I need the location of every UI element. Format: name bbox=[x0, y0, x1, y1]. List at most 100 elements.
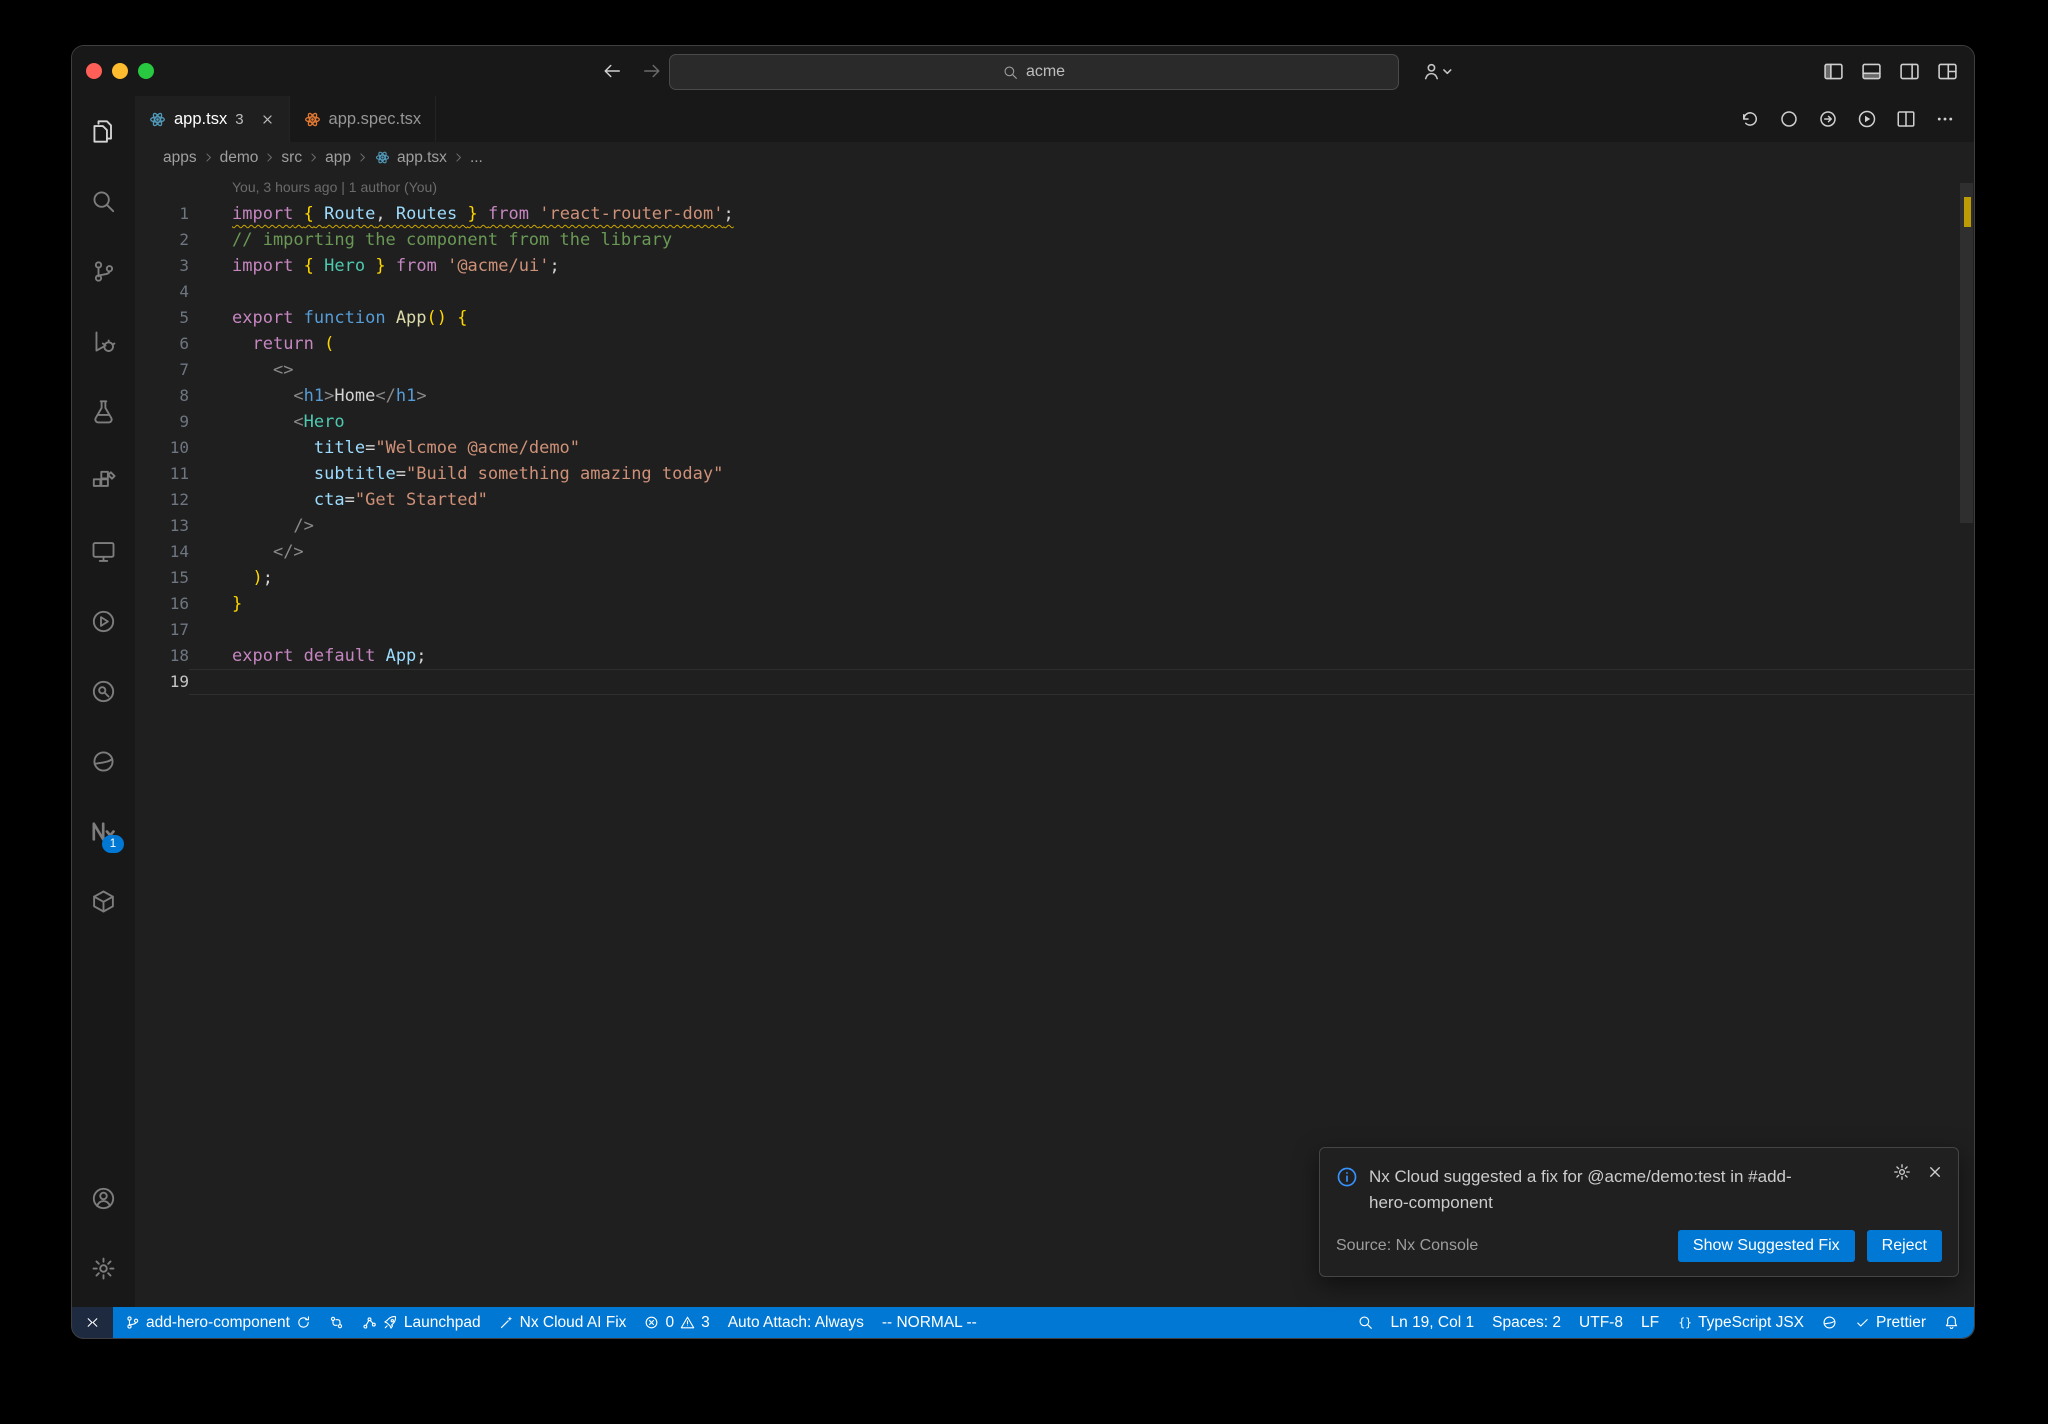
breadcrumb-item-apps[interactable]: apps bbox=[161, 149, 199, 167]
activity-item-nx-console[interactable]: 1 bbox=[72, 796, 135, 866]
activity-item-edge-tools[interactable] bbox=[72, 726, 135, 796]
code-line-1[interactable]: 1 import { Route, Routes } from 'react-ro… bbox=[135, 201, 1974, 227]
check-icon bbox=[1855, 1315, 1870, 1330]
tab-close-icon[interactable] bbox=[260, 112, 275, 127]
status-label: add-hero-component bbox=[146, 1313, 290, 1331]
code-line-15[interactable]: 15 ); bbox=[135, 565, 1974, 591]
activity-item-source-control[interactable] bbox=[72, 236, 135, 306]
status-item-encoding[interactable]: UTF-8 bbox=[1570, 1307, 1632, 1338]
activity-item-run-view[interactable] bbox=[72, 586, 135, 656]
breadcrumb-item-demo[interactable]: demo bbox=[218, 149, 261, 167]
codelens-blame[interactable]: You, 3 hours ago | 1 author (You) bbox=[232, 173, 1974, 201]
toggle-primary-sidebar-icon[interactable] bbox=[1823, 61, 1844, 82]
show-suggested-fix-button[interactable]: Show Suggested Fix bbox=[1677, 1230, 1855, 1262]
customize-layout-icon[interactable] bbox=[1937, 61, 1958, 82]
line-content: import { Hero } from '@acme/ui'; bbox=[232, 256, 560, 276]
activity-item-extensions[interactable] bbox=[72, 446, 135, 516]
activity-item-containers[interactable] bbox=[72, 866, 135, 936]
wand-icon bbox=[499, 1315, 514, 1330]
tab-app.tsx[interactable]: app.tsx 3 bbox=[135, 96, 290, 142]
remote-icon bbox=[85, 1315, 100, 1330]
status-item-problems[interactable]: 03 bbox=[635, 1307, 718, 1338]
line-content: title="Welcmoe @acme/demo" bbox=[313, 438, 581, 458]
code-line-10[interactable]: 10 title="Welcmoe @acme/demo" bbox=[135, 435, 1974, 461]
sync-icon bbox=[296, 1315, 311, 1330]
status-item-indentation[interactable]: Spaces: 2 bbox=[1483, 1307, 1570, 1338]
status-item-language-mode[interactable]: {} TypeScript JSX bbox=[1668, 1307, 1813, 1338]
status-item-auto-attach[interactable]: Auto Attach: Always bbox=[719, 1307, 873, 1338]
status-item-notifications[interactable] bbox=[1935, 1307, 1968, 1338]
status-item-cursor-position[interactable]: Ln 19, Col 1 bbox=[1382, 1307, 1484, 1338]
circle-outline-icon[interactable] bbox=[1779, 109, 1799, 129]
notification-settings-icon[interactable] bbox=[1893, 1163, 1911, 1181]
activity-item-accounts[interactable] bbox=[72, 1163, 135, 1233]
breadcrumb-symbol-ellipsis[interactable]: ... bbox=[468, 149, 485, 167]
code-line-6[interactable]: 6 return ( bbox=[135, 331, 1974, 357]
split-editor-icon[interactable] bbox=[1896, 109, 1916, 129]
breadcrumb-item-app.tsx[interactable]: app.tsx bbox=[395, 149, 449, 167]
code-line-13[interactable]: 13 /> bbox=[135, 513, 1974, 539]
reject-button[interactable]: Reject bbox=[1866, 1230, 1942, 1262]
status-label: TypeScript JSX bbox=[1698, 1313, 1805, 1331]
activity-item-testing[interactable] bbox=[72, 376, 135, 446]
editor[interactable]: You, 3 hours ago | 1 author (You) 1 impor… bbox=[135, 173, 1974, 1307]
scrollbar-thumb[interactable] bbox=[1960, 183, 1973, 523]
line-number: 14 bbox=[169, 542, 189, 561]
more-icon[interactable] bbox=[1935, 109, 1955, 129]
status-item-remote[interactable] bbox=[72, 1307, 113, 1338]
status-item-nx-cloud-ai-fix[interactable]: Nx Cloud AI Fix bbox=[490, 1307, 636, 1338]
graph-icon bbox=[362, 1315, 377, 1330]
status-item-branch[interactable]: add-hero-component bbox=[116, 1307, 320, 1338]
breadcrumb: apps demo src app app.tsx... bbox=[135, 142, 1974, 173]
notification-close-icon[interactable] bbox=[1926, 1163, 1944, 1181]
history-back-icon[interactable] bbox=[1740, 109, 1760, 129]
status-item-prettier[interactable]: Prettier bbox=[1846, 1307, 1935, 1338]
activity-item-gitlens-inspect[interactable] bbox=[72, 656, 135, 726]
run-icon[interactable] bbox=[1857, 109, 1877, 129]
status-item-git-graph[interactable] bbox=[320, 1307, 353, 1338]
status-item-vim-mode[interactable]: -- NORMAL -- bbox=[873, 1307, 986, 1338]
status-label: Spaces: 2 bbox=[1492, 1313, 1562, 1331]
minimize-window-button[interactable] bbox=[112, 63, 128, 79]
activity-item-remote-explorer[interactable] bbox=[72, 516, 135, 586]
titlebar: acme bbox=[72, 46, 1974, 96]
status-item-launchpad[interactable]: Launchpad bbox=[353, 1307, 490, 1338]
profile-menu-icon[interactable] bbox=[1422, 61, 1454, 82]
code-line-17[interactable]: 17 bbox=[135, 617, 1974, 643]
code-line-11[interactable]: 11 subtitle="Build something amazing tod… bbox=[135, 461, 1974, 487]
status-item-edge[interactable] bbox=[1813, 1307, 1846, 1338]
activity-item-run-and-debug[interactable] bbox=[72, 306, 135, 376]
code-line-5[interactable]: 5 export function App() { bbox=[135, 305, 1974, 331]
toggle-secondary-sidebar-icon[interactable] bbox=[1899, 61, 1920, 82]
code-line-8[interactable]: 8 <h1>Home</h1> bbox=[135, 383, 1974, 409]
command-center-search[interactable]: acme bbox=[669, 54, 1399, 90]
code-line-7[interactable]: 7 <> bbox=[135, 357, 1974, 383]
breadcrumb-item-src[interactable]: src bbox=[279, 149, 304, 167]
code-line-2[interactable]: 2 // importing the component from the lib… bbox=[135, 227, 1974, 253]
overview-ruler-warning-mark bbox=[1964, 197, 1971, 227]
activity-item-search[interactable] bbox=[72, 166, 135, 236]
toggle-panel-icon[interactable] bbox=[1861, 61, 1882, 82]
tab-app.spec.tsx[interactable]: app.spec.tsx bbox=[289, 96, 437, 142]
code-line-19[interactable]: 19 bbox=[135, 669, 1974, 695]
nav-back-icon[interactable] bbox=[602, 61, 622, 81]
activity-item-explorer[interactable] bbox=[72, 96, 135, 166]
circle-arrow-right-icon[interactable] bbox=[1818, 109, 1838, 129]
history-navigation bbox=[602, 46, 662, 96]
status-label: Ln 19, Col 1 bbox=[1390, 1313, 1475, 1331]
activity-item-settings[interactable] bbox=[72, 1233, 135, 1303]
nav-forward-icon[interactable] bbox=[642, 61, 662, 81]
maximize-window-button[interactable] bbox=[138, 63, 154, 79]
code-line-4[interactable]: 4 bbox=[135, 279, 1974, 305]
status-item-zoom[interactable] bbox=[1349, 1307, 1382, 1338]
close-window-button[interactable] bbox=[86, 63, 102, 79]
code-line-12[interactable]: 12 cta="Get Started" bbox=[135, 487, 1974, 513]
status-item-eol[interactable]: LF bbox=[1632, 1307, 1668, 1338]
activity-bar-bottom bbox=[72, 1163, 135, 1303]
breadcrumb-item-app[interactable]: app bbox=[323, 149, 353, 167]
code-line-14[interactable]: 14 </> bbox=[135, 539, 1974, 565]
code-line-16[interactable]: 16} bbox=[135, 591, 1974, 617]
code-line-9[interactable]: 9 <Hero bbox=[135, 409, 1974, 435]
code-line-3[interactable]: 3 import { Hero } from '@acme/ui'; bbox=[135, 253, 1974, 279]
code-line-18[interactable]: 18 export default App; bbox=[135, 643, 1974, 669]
